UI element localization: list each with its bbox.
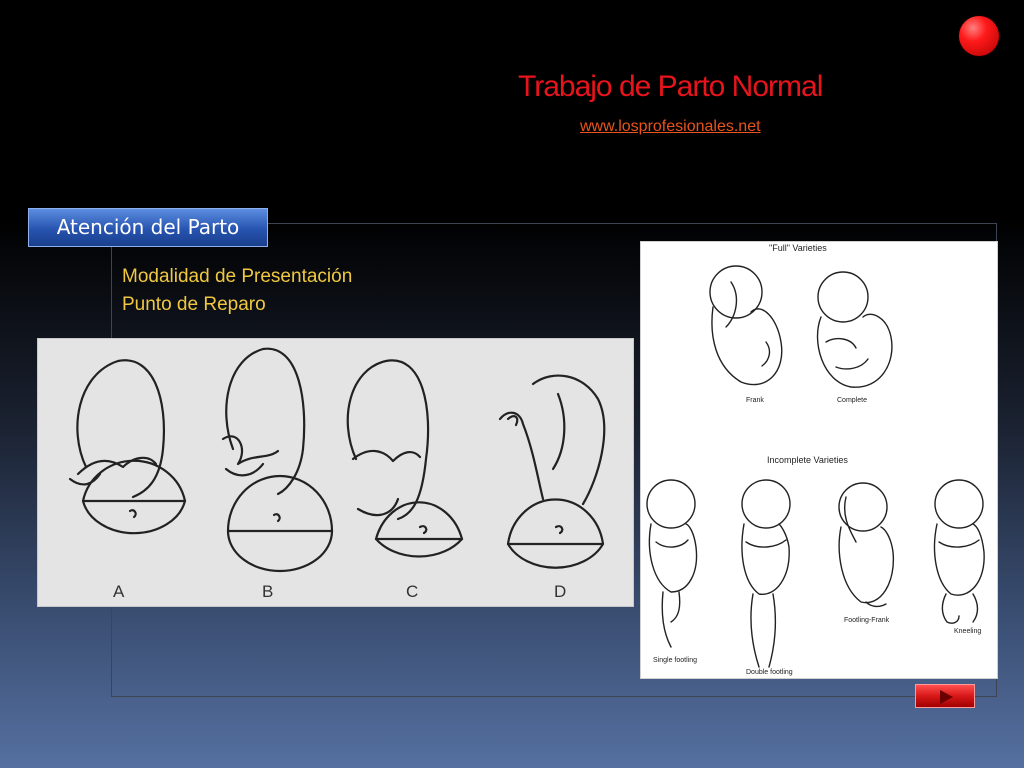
text-line-presentation: Modalidad de Presentación — [122, 266, 353, 287]
slide-title: Trabajo de Parto Normal — [518, 70, 823, 103]
presentations-figure: A B C D — [37, 338, 634, 607]
fetus-frank — [709, 265, 783, 386]
website-link[interactable]: www.losprofesionales.net — [580, 118, 761, 136]
fetus-d — [498, 374, 606, 569]
fetus-a — [68, 359, 187, 535]
fetus-single-footling — [646, 479, 698, 648]
fetus-b — [221, 347, 334, 573]
next-arrow-icon — [940, 690, 953, 704]
full-varieties-heading: "Full" Varieties — [769, 243, 827, 253]
label-kneeling: Kneeling — [954, 628, 981, 635]
fetus-footling-frank — [838, 482, 895, 608]
label-d: D — [554, 582, 566, 601]
label-single-footling: Single footling — [653, 657, 697, 664]
fetus-double-footling — [741, 479, 791, 668]
label-b: B — [262, 582, 273, 601]
text-line-reference: Punto de Reparo — [122, 294, 266, 315]
section-tab: Atención del Parto — [28, 208, 268, 247]
label-frank: Frank — [746, 397, 764, 404]
incomplete-varieties-heading: Incomplete Varieties — [767, 455, 848, 465]
label-complete: Complete — [837, 397, 867, 404]
fetus-kneeling — [933, 479, 985, 624]
varieties-drawing: "Full" Varieties Incomplete Varieties Fr… — [646, 243, 985, 676]
fetus-complete — [816, 271, 893, 388]
label-a: A — [113, 582, 125, 601]
next-slide-button[interactable] — [915, 684, 975, 708]
varieties-figure: "Full" Varieties Incomplete Varieties Fr… — [640, 241, 998, 679]
label-double-footling: Double footling — [746, 669, 793, 676]
label-c: C — [406, 582, 418, 601]
label-footling-frank: Footling-Frank — [844, 617, 890, 624]
red-dot-icon[interactable] — [959, 16, 999, 56]
presentations-drawing: A B C D — [68, 347, 606, 601]
fetus-c — [346, 359, 464, 558]
